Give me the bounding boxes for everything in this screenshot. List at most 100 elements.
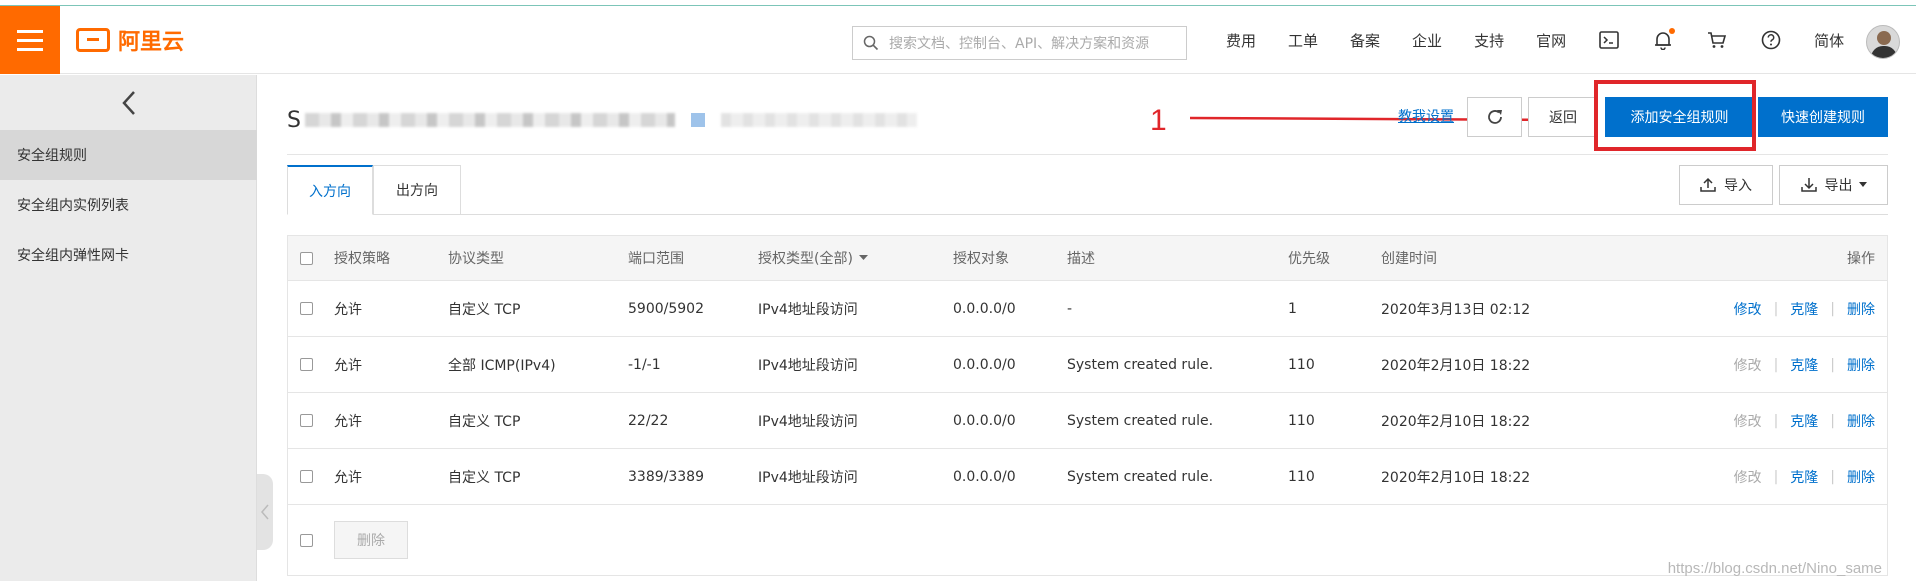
brand-logo[interactable]: 阿里云 bbox=[76, 24, 184, 56]
help-icon[interactable] bbox=[1760, 29, 1782, 51]
cell-protocol: 自定义 TCP bbox=[448, 413, 521, 430]
sidebar-item-instances[interactable]: 安全组内实例列表 bbox=[0, 180, 257, 230]
import-label: 导入 bbox=[1724, 178, 1752, 194]
cell-created: 2020年3月13日 02:12 bbox=[1381, 301, 1531, 318]
cell-created: 2020年2月10日 18:22 bbox=[1381, 357, 1531, 374]
cell-auth-type: IPv4地址段访问 bbox=[758, 301, 858, 318]
nav-fees[interactable]: 费用 bbox=[1226, 30, 1256, 51]
nav-icp[interactable]: 备案 bbox=[1350, 30, 1380, 51]
cell-protocol: 全部 ICMP(IPv4) bbox=[448, 357, 556, 374]
cell-policy: 允许 bbox=[334, 469, 362, 486]
clone-link[interactable]: 克隆 bbox=[1790, 467, 1818, 487]
redacted-marker bbox=[690, 113, 705, 127]
edit-link-disabled: 修改 bbox=[1733, 413, 1762, 430]
footer-checkbox[interactable] bbox=[300, 533, 313, 547]
cell-created: 2020年2月10日 18:22 bbox=[1381, 413, 1531, 430]
help-setup-link[interactable]: 教我设置 bbox=[1398, 106, 1454, 126]
nav-support[interactable]: 支持 bbox=[1474, 30, 1504, 51]
export-button[interactable]: 导出 bbox=[1779, 165, 1888, 205]
filter-caret-icon bbox=[858, 255, 868, 260]
aliyun-logo-icon bbox=[76, 28, 110, 52]
tab-inbound[interactable]: 入方向 bbox=[287, 165, 373, 215]
clone-link[interactable]: 克隆 bbox=[1790, 299, 1818, 319]
cell-protocol: 自定义 TCP bbox=[448, 301, 521, 318]
table-row: 允许 全部 ICMP(IPv4) -1/-1 IPv4地址段访问 0.0.0.0… bbox=[288, 337, 1887, 393]
edit-link-disabled: 修改 bbox=[1733, 357, 1762, 374]
avatar[interactable] bbox=[1866, 25, 1900, 59]
table-header: 授权策略 协议类型 端口范围 授权类型(全部) 授权对象 描述 优先级 创建时间… bbox=[288, 236, 1887, 281]
terminal-icon[interactable] bbox=[1598, 29, 1620, 51]
tab-baseline bbox=[287, 214, 1888, 215]
col-description: 描述 bbox=[1067, 251, 1095, 267]
cell-target: 0.0.0.0/0 bbox=[953, 356, 1016, 373]
security-rules-table: 授权策略 协议类型 端口范围 授权类型(全部) 授权对象 描述 优先级 创建时间… bbox=[287, 235, 1888, 576]
back-button[interactable]: 返回 bbox=[1528, 97, 1598, 137]
col-actions: 操作 bbox=[1847, 251, 1875, 267]
nav-enterprise[interactable]: 企业 bbox=[1412, 30, 1442, 51]
cell-target: 0.0.0.0/0 bbox=[953, 300, 1016, 317]
clone-link[interactable]: 克隆 bbox=[1790, 411, 1818, 431]
upload-icon bbox=[1700, 177, 1716, 192]
menu-icon[interactable] bbox=[0, 6, 60, 74]
clone-link[interactable]: 克隆 bbox=[1790, 355, 1818, 375]
nav-official-site[interactable]: 官网 bbox=[1536, 30, 1566, 51]
delete-link[interactable]: 删除 bbox=[1847, 467, 1875, 487]
row-actions: 修改 | 克隆 | 删除 bbox=[1733, 411, 1875, 431]
cell-auth-type: IPv4地址段访问 bbox=[758, 413, 858, 430]
col-auth-type[interactable]: 授权类型(全部) bbox=[758, 236, 868, 280]
refresh-button[interactable] bbox=[1467, 97, 1522, 137]
col-target: 授权对象 bbox=[953, 251, 1009, 267]
cell-policy: 允许 bbox=[334, 413, 362, 430]
table-row: 允许 自定义 TCP 3389/3389 IPv4地址段访问 0.0.0.0/0… bbox=[288, 449, 1887, 505]
redacted-title bbox=[304, 113, 675, 127]
cell-protocol: 自定义 TCP bbox=[448, 469, 521, 486]
header-divider bbox=[287, 154, 1888, 155]
col-policy: 授权策略 bbox=[334, 251, 390, 267]
caret-down-icon bbox=[1858, 182, 1867, 187]
cell-priority: 110 bbox=[1288, 468, 1315, 485]
select-all-checkbox[interactable] bbox=[300, 251, 313, 265]
col-priority: 优先级 bbox=[1288, 251, 1330, 267]
delete-link[interactable]: 删除 bbox=[1847, 299, 1875, 319]
cell-description: System created rule. bbox=[1067, 412, 1214, 429]
row-actions: 修改 | 克隆 | 删除 bbox=[1733, 355, 1875, 375]
edit-link[interactable]: 修改 bbox=[1734, 299, 1762, 319]
cell-policy: 允许 bbox=[334, 301, 362, 318]
brand-name: 阿里云 bbox=[118, 30, 185, 55]
bulk-delete-button[interactable]: 删除 bbox=[334, 521, 408, 559]
row-actions: 修改 | 克隆 | 删除 bbox=[1733, 299, 1875, 319]
col-protocol: 协议类型 bbox=[448, 251, 504, 267]
nav-tickets[interactable]: 工单 bbox=[1288, 30, 1318, 51]
cell-priority: 110 bbox=[1288, 412, 1315, 429]
col-created: 创建时间 bbox=[1381, 251, 1437, 267]
row-checkbox[interactable] bbox=[300, 302, 313, 315]
download-icon bbox=[1800, 178, 1817, 192]
search-icon bbox=[863, 35, 879, 51]
row-checkbox[interactable] bbox=[300, 414, 313, 427]
back-chevron-icon[interactable] bbox=[0, 75, 257, 130]
search-input[interactable]: 搜索文档、控制台、API、解决方案和资源 bbox=[852, 26, 1187, 60]
sidebar-item-enis[interactable]: 安全组内弹性网卡 bbox=[0, 230, 257, 280]
cell-target: 0.0.0.0/0 bbox=[953, 468, 1016, 485]
row-checkbox[interactable] bbox=[300, 358, 313, 371]
bell-icon[interactable] bbox=[1652, 28, 1676, 51]
search-placeholder: 搜索文档、控制台、API、解决方案和资源 bbox=[889, 36, 1150, 52]
cell-port-range: 3389/3389 bbox=[628, 468, 704, 485]
sidebar-item-security-group-rules[interactable]: 安全组规则 bbox=[0, 130, 257, 180]
cell-priority: 1 bbox=[1288, 300, 1297, 317]
quick-create-rule-button[interactable]: 快速创建规则 bbox=[1758, 97, 1888, 137]
tab-outbound[interactable]: 出方向 bbox=[373, 165, 461, 215]
cell-port-range: -1/-1 bbox=[628, 356, 661, 373]
watermark: https://blog.csdn.net/Nino_same bbox=[1667, 560, 1882, 577]
cell-priority: 110 bbox=[1288, 356, 1315, 373]
top-nav: 费用 工单 备案 企业 支持 官网 简体 bbox=[1210, 6, 1860, 74]
cell-port-range: 22/22 bbox=[628, 412, 669, 429]
sidebar-collapse-handle[interactable] bbox=[257, 474, 273, 550]
cart-icon[interactable] bbox=[1706, 29, 1728, 51]
import-button[interactable]: 导入 bbox=[1679, 165, 1773, 205]
delete-link[interactable]: 删除 bbox=[1847, 355, 1875, 375]
delete-link[interactable]: 删除 bbox=[1847, 411, 1875, 431]
row-checkbox[interactable] bbox=[300, 470, 313, 483]
language-switch[interactable]: 简体 bbox=[1814, 30, 1844, 51]
cell-auth-type: IPv4地址段访问 bbox=[758, 357, 858, 374]
